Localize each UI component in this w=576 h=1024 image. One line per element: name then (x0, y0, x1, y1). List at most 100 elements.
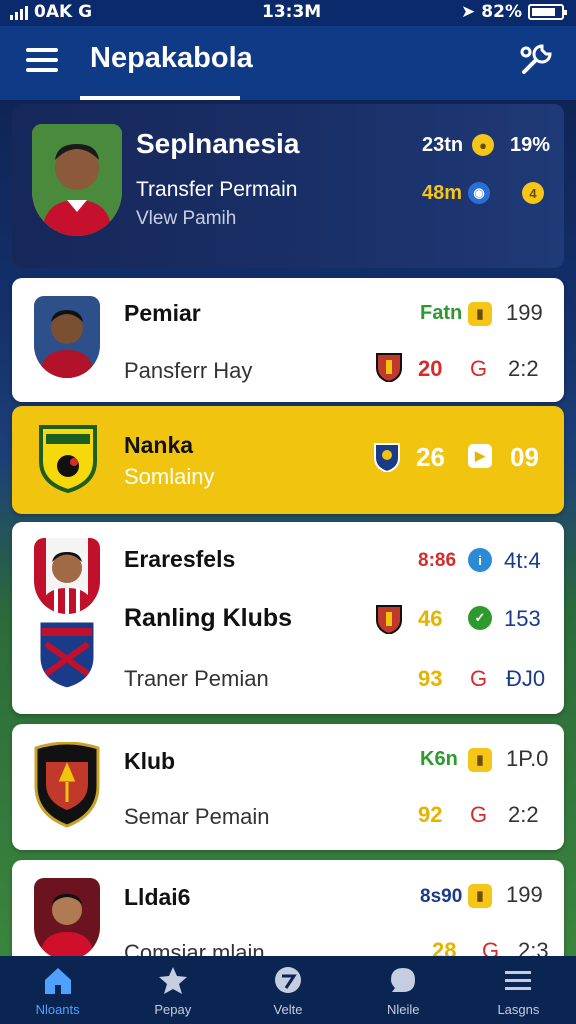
play-icon: ▶ (468, 444, 492, 468)
club-crest-icon (34, 742, 100, 828)
card-subtitle: Traner Pemian (124, 666, 269, 691)
battery-percent: 82% (481, 2, 522, 22)
card-title: Nanka (124, 432, 194, 458)
nav-item-home[interactable]: Nloants (0, 956, 115, 1024)
hero-coin-badge: 4 (522, 182, 544, 204)
card-subtitle: Pansferr Hay (124, 358, 253, 383)
card-title-secondary: Ranling Klubs (124, 604, 293, 632)
hero-stat-1: 23tn (422, 134, 464, 156)
club-crest-icon (374, 443, 400, 472)
club-crest-icon (37, 619, 97, 691)
list-item[interactable]: Klub Semar Pemain K6n ▮ 1P.0 92 G 2:2 (12, 724, 564, 850)
hero-title: Seplnanesia (136, 128, 300, 159)
coin-icon: ▮ (468, 884, 492, 908)
player-avatar (34, 296, 100, 378)
stat-big: 26 (416, 442, 445, 472)
stat-mid: 92 (418, 802, 443, 827)
stat-big-right: 09 (510, 442, 539, 472)
nav-label: Nleile (386, 1002, 420, 1017)
stat-bot-right: ĐJ0 (506, 666, 546, 691)
hero-view-link[interactable]: Vlew Pamih (136, 208, 236, 230)
stat-top-right: 1P.0 (506, 746, 549, 771)
stat-top-right: 4t:4 (504, 548, 541, 573)
stat-top: 8:86 (418, 550, 457, 571)
status-right: ➤ 82% (461, 2, 567, 22)
check-icon: ✓ (468, 606, 492, 630)
list-icon (505, 971, 532, 990)
stat-bot-letter: G (470, 666, 488, 691)
player-portrait (32, 124, 122, 236)
stat-mid-right: 2:3 (518, 938, 549, 956)
coin-icon: ▮ (468, 302, 492, 326)
stat-top: K6n (420, 748, 458, 770)
player-avatar (34, 538, 100, 614)
hero-subtitle: Transfer Permain (136, 178, 298, 201)
card-title: Klub (124, 748, 176, 774)
nav-label: Lasgns (497, 1002, 540, 1017)
player-avatar-icon (34, 296, 100, 378)
stat-mid-letter: G (482, 938, 500, 956)
club-crest-icon (376, 605, 402, 634)
battery-fill (532, 8, 555, 16)
carrier-label: 0AK (34, 2, 73, 22)
coin-icon: ● (472, 134, 494, 156)
status-bar: 0AK G 13:3M ➤ 82% (0, 0, 576, 26)
location-icon: ➤ (461, 2, 476, 22)
signal-icon (10, 4, 28, 20)
star-icon (158, 967, 187, 994)
card-title: Pemiar (124, 300, 201, 326)
nav-label: Nloants (35, 1002, 80, 1017)
stat-mid: 46 (418, 606, 443, 631)
player-avatar (34, 878, 100, 956)
stat-mid-letter: G (470, 802, 488, 827)
bottom-nav: Nloants Pepay Velte Nleile Lasgns (0, 956, 576, 1024)
app-title: Nepakabola (90, 42, 253, 74)
battery-icon (528, 4, 567, 20)
nav-item-chat[interactable]: Nleile (346, 956, 461, 1024)
club-crest-icon (39, 425, 97, 494)
status-left: 0AK G (10, 2, 92, 22)
player-avatar-icon (34, 538, 100, 614)
nav-item-leagues[interactable]: Lasgns (461, 956, 576, 1024)
status-time: 13:3M (262, 2, 322, 22)
list-item-highlighted[interactable]: Nanka Somlainy 26 ▶ 09 (12, 406, 564, 514)
stat-top: Fatn (420, 302, 463, 324)
nav-label: Velte (273, 1002, 303, 1017)
stat-top-right: 199 (506, 300, 543, 325)
hero-card[interactable]: Seplnanesia Transfer Permain Vlew Pamih … (12, 104, 564, 268)
stat-top-right: 199 (506, 882, 543, 907)
player-avatar-icon (34, 878, 100, 956)
hero-stat-3: 48m (422, 182, 463, 204)
stat-bot: 93 (418, 666, 443, 691)
card-subtitle: Somlainy (124, 464, 215, 489)
stat-top: 8s90 (420, 886, 463, 907)
info-icon: i (468, 548, 492, 572)
player-avatar-icon (32, 124, 122, 236)
stat-mid: 28 (432, 938, 457, 956)
stat-mid-right: 153 (504, 606, 541, 631)
card-subtitle: Comsiar mlain (124, 940, 265, 956)
stat-mid-right: 2:2 (508, 802, 539, 827)
carrier-letter: G (78, 2, 93, 22)
chat-icon (275, 967, 301, 993)
list-item[interactable]: Pemiar Pansferr Hay Fatn ▮ 199 20 G 2:2 (12, 278, 564, 402)
globe-icon: ◉ (468, 182, 490, 204)
card-title: Lldai6 (124, 884, 191, 910)
bubble-icon (391, 968, 416, 992)
app-bar: Nepakabola (0, 26, 576, 100)
list-item[interactable]: Eraresfels Ranling Klubs Traner Pemian 8… (12, 522, 564, 714)
nav-item-vote[interactable]: Velte (230, 956, 345, 1024)
tab-indicator (80, 96, 240, 100)
hero-stat-2: 19% (510, 134, 551, 156)
list-item[interactable]: Lldai6 Comsiar mlain 8s90 ▮ 199 28 G 2:3 (12, 860, 564, 956)
tools-icon[interactable] (518, 42, 554, 78)
home-icon (44, 968, 71, 994)
club-crest-icon (376, 353, 402, 382)
nav-item-play[interactable]: Pepay (115, 956, 230, 1024)
hamburger-icon[interactable] (26, 48, 58, 74)
card-title: Eraresfels (124, 546, 236, 572)
stat-mid: 20 (418, 356, 443, 381)
coin-icon: ▮ (468, 748, 492, 772)
stat-mid-right: 2:2 (508, 356, 539, 381)
nav-label: Pepay (154, 1002, 192, 1017)
